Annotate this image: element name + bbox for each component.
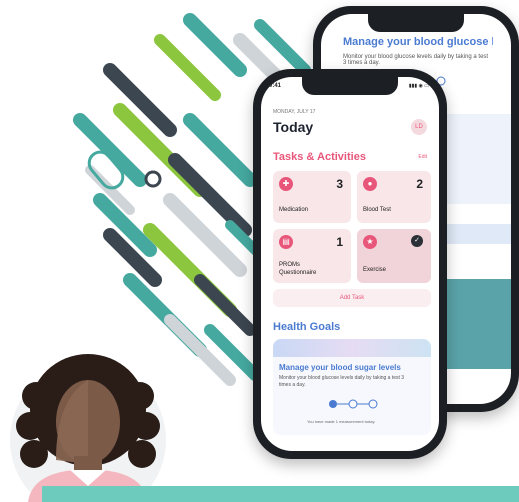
section-tasks-title: Tasks & Activities xyxy=(273,151,366,163)
back-photo xyxy=(441,279,511,369)
date-label: MONDAY, JULY 17 xyxy=(273,109,316,115)
back-card-strip xyxy=(441,224,511,244)
task-card-medication[interactable]: ✚ 3 Medication xyxy=(273,171,351,223)
exercise-icon: ★ xyxy=(363,235,377,249)
goal-card-wave xyxy=(273,339,431,357)
front-phone-notch xyxy=(302,77,398,95)
task-label: Exercise xyxy=(363,267,387,273)
person-avatar xyxy=(10,354,166,502)
goal-text: Monitor your blood glucose levels daily … xyxy=(279,375,405,388)
task-label: Blood Test xyxy=(363,207,391,213)
clipboard-icon: ▤ xyxy=(279,235,293,249)
task-card-proms[interactable]: ▤ 1 PROMs Questionnaire xyxy=(273,229,351,283)
goal-progress-tracker xyxy=(329,399,378,409)
back-goal-title: Manage your blood glucose levels xyxy=(343,36,493,48)
section-goals-title: Health Goals xyxy=(273,321,341,333)
back-goal-card xyxy=(441,114,511,204)
avatar[interactable]: LD xyxy=(411,119,427,135)
task-count: 1 xyxy=(336,235,343,249)
add-task-button[interactable]: Add Task xyxy=(273,289,431,307)
goal-progress-text: You have made 1 measurement today. xyxy=(307,419,376,424)
front-phone: 9:41 ▮▮▮ ◉ ▭ MONDAY, JULY 17 Today LD Ta… xyxy=(253,69,447,459)
task-label: PROMs Questionnaire xyxy=(279,262,317,276)
goal-card[interactable]: Manage your blood sugar levels Monitor y… xyxy=(273,339,431,435)
page-title: Today xyxy=(273,119,314,135)
check-icon: ✓ xyxy=(411,235,423,247)
status-time: 9:41 xyxy=(269,83,282,89)
pills-icon: ✚ xyxy=(279,177,293,191)
goal-title: Manage your blood sugar levels xyxy=(279,363,401,372)
task-count: 3 xyxy=(336,177,343,191)
status-icons: ▮▮▮ ◉ ▭ xyxy=(408,83,429,89)
back-phone-notch xyxy=(368,14,464,32)
front-phone-screen: 9:41 ▮▮▮ ◉ ▭ MONDAY, JULY 17 Today LD Ta… xyxy=(261,77,439,451)
bottom-accent-band xyxy=(42,486,519,502)
back-goal-text: Monitor your blood glucose levels daily … xyxy=(343,54,489,66)
task-count: 2 xyxy=(416,177,423,191)
task-label: Medication xyxy=(279,207,309,213)
blood-drop-icon: ● xyxy=(363,177,377,191)
task-card-blood-test[interactable]: ● 2 Blood Test xyxy=(357,171,431,223)
edit-link[interactable]: Edit xyxy=(418,154,427,160)
task-card-exercise[interactable]: ★ ✓ Exercise xyxy=(357,229,431,283)
